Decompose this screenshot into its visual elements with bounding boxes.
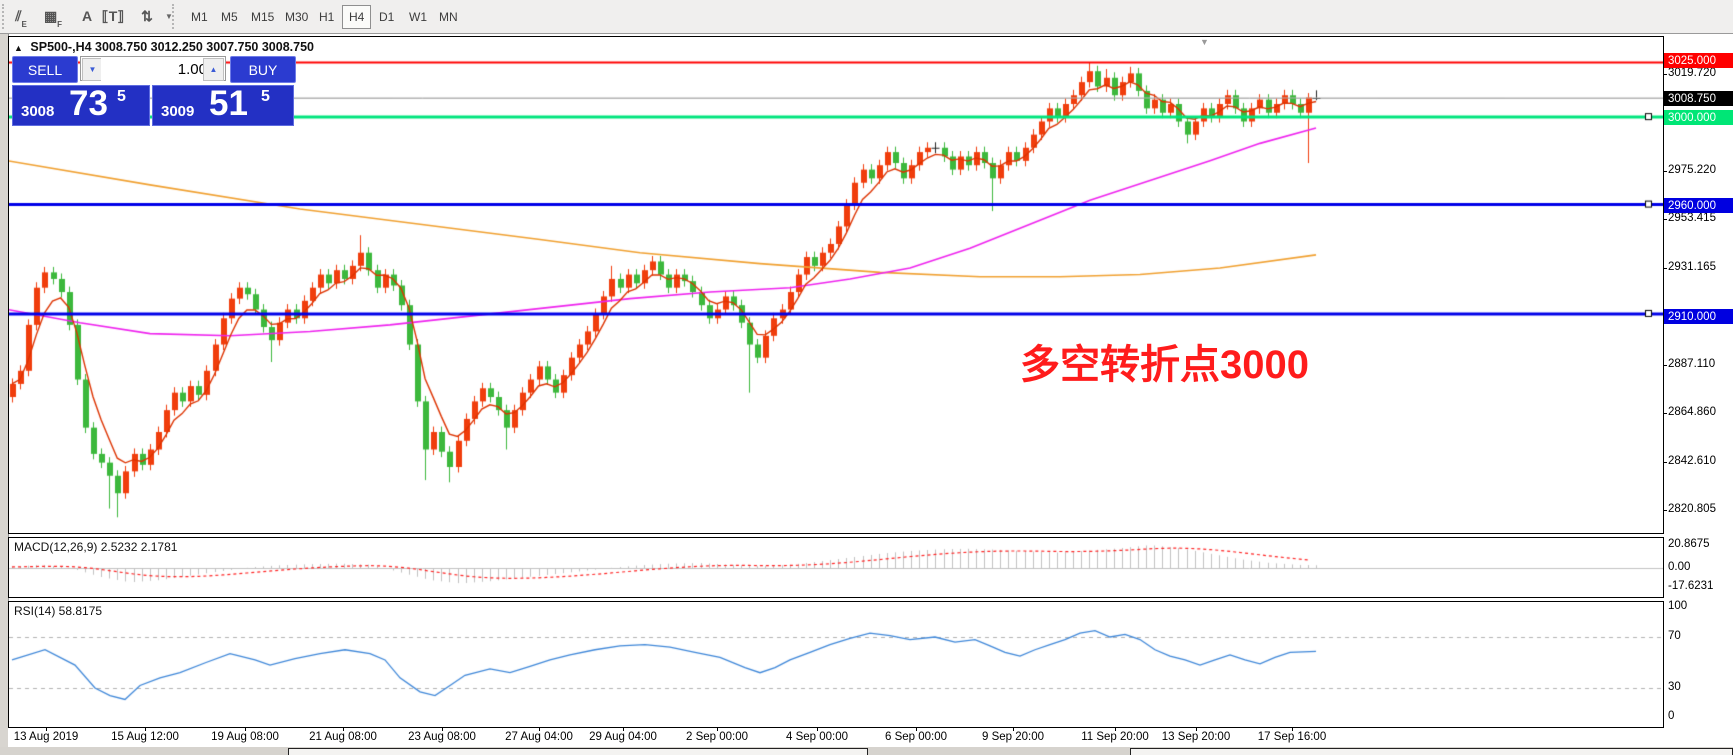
background-window-fragment: [1130, 748, 1733, 755]
time-tick-label: 13 Sep 20:00: [1162, 731, 1230, 743]
axis-tick-mark: [1663, 171, 1667, 172]
time-tick-label: 27 Aug 04:00: [505, 731, 573, 743]
buy-price-handle: 3009: [161, 103, 194, 120]
time-tick-label: 6 Sep 00:00: [885, 731, 947, 743]
timeframe-button-h4[interactable]: H4: [342, 5, 371, 29]
axis-tick-mark: [1663, 268, 1667, 269]
price-tick-label: 2931.165: [1668, 261, 1716, 273]
trading-terminal-window: ⫽E▦FA⟦T⟧⇅▼ M1M5M15M30H1H4D1W1MN ▲ SP500-…: [0, 0, 1733, 755]
timeframe-button-m30[interactable]: M30: [278, 5, 315, 29]
macd-tick-label: 20.8675: [1668, 538, 1710, 550]
timeframe-button-w1[interactable]: W1: [402, 5, 434, 29]
volume-spinner: ▼ ▲: [80, 56, 226, 81]
timeframe-button-d1[interactable]: D1: [372, 5, 401, 29]
chart-annotation-text: 多空转折点3000: [1020, 332, 1309, 390]
macd-canvas: [9, 538, 1663, 597]
price-level-badge: 3008.750: [1664, 91, 1733, 106]
one-click-trading-panel: SELL ▼ ▲ BUY 3008 73 5 3009 51 5: [12, 56, 294, 126]
timeframe-button-mn[interactable]: MN: [432, 5, 465, 29]
chart-dropdown-arrow-icon[interactable]: ▼: [1200, 37, 1209, 47]
text-icon[interactable]: A: [74, 3, 100, 29]
price-tick-label: 2820.805: [1668, 503, 1716, 515]
axis-tick-mark: [1663, 413, 1667, 414]
time-tick-label: 4 Sep 00:00: [786, 731, 848, 743]
buy-price-box[interactable]: 3009 51 5: [152, 85, 294, 126]
axis-tick-mark: [1663, 365, 1667, 366]
axis-tick-mark: [1663, 462, 1667, 463]
text-label-icon[interactable]: ⟦T⟧: [100, 3, 126, 29]
time-tick-label: 15 Aug 12:00: [111, 731, 179, 743]
time-tick-label: 21 Aug 08:00: [309, 731, 377, 743]
time-tick-label: 11 Sep 20:00: [1081, 731, 1149, 743]
macd-tick-label: 0.00: [1668, 561, 1690, 573]
time-tick-label: 2 Sep 00:00: [686, 731, 748, 743]
sell-price-box[interactable]: 3008 73 5: [12, 85, 150, 126]
buy-button[interactable]: BUY: [230, 56, 296, 83]
background-window-fragment: [288, 748, 868, 755]
quote-header: ▲ SP500-,H4 3008.750 3012.250 3007.750 3…: [14, 40, 314, 54]
draw-study-icon[interactable]: ⫽E: [8, 3, 34, 29]
rsi-tick-label: 100: [1668, 600, 1687, 612]
macd-label: MACD(12,26,9) 2.5232 2.1781: [14, 540, 177, 554]
timeframe-button-m5[interactable]: M5: [214, 5, 245, 29]
toolbar-drag-handle[interactable]: [172, 4, 179, 29]
rsi-tick-label: 70: [1668, 630, 1681, 642]
volume-increase-button[interactable]: ▲: [203, 58, 224, 81]
time-tick-label: 17 Sep 16:00: [1258, 731, 1326, 743]
axis-tick-mark: [1663, 74, 1667, 75]
price-tick-label: 2842.610: [1668, 455, 1716, 467]
sell-price-main: 73: [69, 84, 108, 124]
price-level-badge: 3000.000: [1664, 110, 1733, 125]
price-level-badge: 2910.000: [1664, 309, 1733, 324]
volume-input[interactable]: [101, 57, 209, 82]
rsi-tick-label: 0: [1668, 710, 1674, 722]
time-tick-label: 9 Sep 20:00: [982, 731, 1044, 743]
rsi-label: RSI(14) 58.8175: [14, 604, 102, 618]
collapse-arrow-icon[interactable]: ▲: [14, 43, 23, 53]
rsi-tick-label: 30: [1668, 681, 1681, 693]
axis-tick-mark: [1663, 510, 1667, 511]
timeframe-button-h1[interactable]: H1: [312, 5, 341, 29]
price-tick-label: 2864.860: [1668, 406, 1716, 418]
time-axis[interactable]: 13 Aug 2019 15 Aug 12:00 19 Aug 08:00 21 Au…: [8, 728, 1664, 747]
timeframe-button-m15[interactable]: M15: [244, 5, 281, 29]
rsi-canvas: [9, 602, 1663, 727]
time-tick-label: 29 Aug 04:00: [589, 731, 657, 743]
price-tick-label: 2887.110: [1668, 358, 1715, 370]
price-tick-label: 2975.220: [1668, 164, 1716, 176]
price-level-badge: 3025.000: [1664, 53, 1733, 68]
price-level-badge: 2960.000: [1664, 198, 1733, 213]
time-tick-label: 13 Aug 2019: [14, 731, 79, 743]
price-axis[interactable]: 3019.7202997.4702975.2202953.4152931.165…: [1664, 36, 1733, 728]
fibonacci-grid-icon[interactable]: ▦F: [40, 3, 66, 29]
macd-tick-label: -17.6231: [1668, 580, 1713, 592]
quote-ohlc-text: SP500-,H4 3008.750 3012.250 3007.750 300…: [30, 40, 314, 54]
toolbar: ⫽E▦FA⟦T⟧⇅▼ M1M5M15M30H1H4D1W1MN: [0, 0, 1733, 34]
buy-price-main: 51: [209, 84, 248, 124]
time-tick-label: 23 Aug 08:00: [408, 731, 476, 743]
sell-price-handle: 3008: [21, 103, 54, 120]
bottom-window-strip: [0, 747, 1733, 755]
price-tick-label: 3019.720: [1668, 67, 1716, 79]
time-tick-label: 19 Aug 08:00: [211, 731, 279, 743]
axis-tick-mark: [1663, 219, 1667, 220]
volume-decrease-button[interactable]: ▼: [82, 58, 103, 81]
buy-price-pip: 5: [261, 88, 270, 106]
price-tick-label: 2953.415: [1668, 212, 1716, 224]
sell-button[interactable]: SELL: [12, 56, 78, 83]
timeframe-button-m1[interactable]: M1: [184, 5, 215, 29]
sell-price-pip: 5: [117, 88, 126, 106]
